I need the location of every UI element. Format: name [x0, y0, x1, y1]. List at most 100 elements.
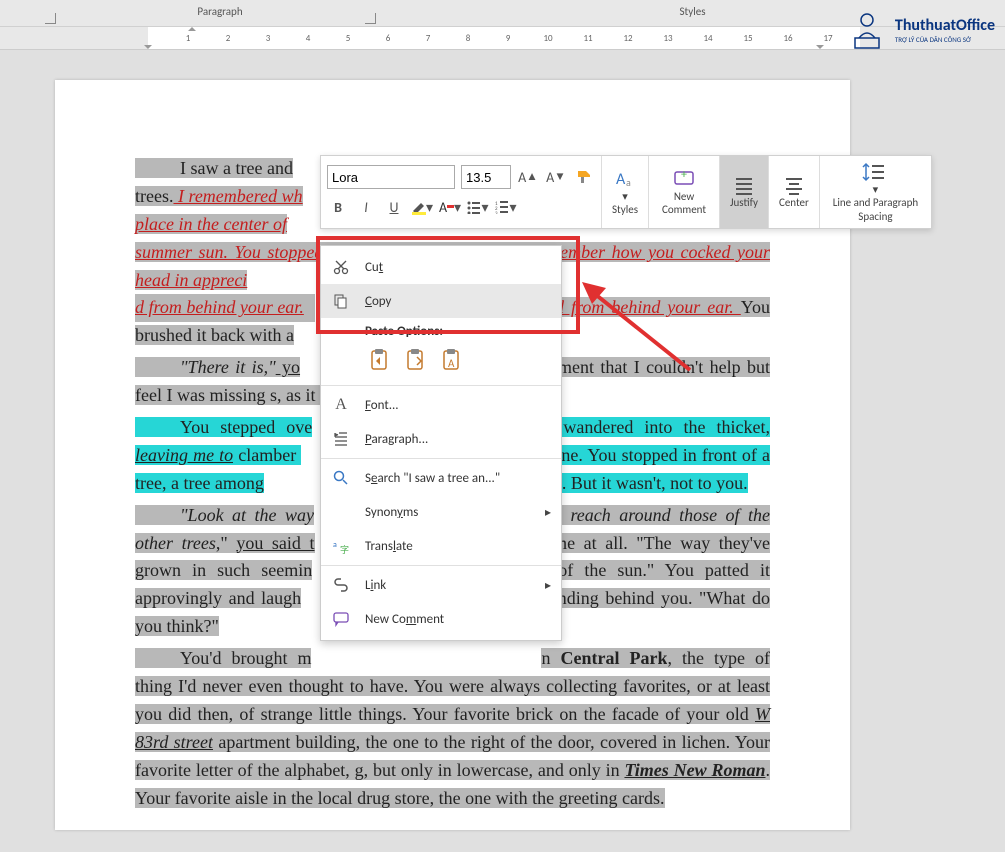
paste-options-row: A: [321, 343, 561, 383]
highlighted-text: clamber: [233, 445, 301, 465]
new-comment-button[interactable]: + New Comment: [649, 156, 720, 228]
menu-label: Link: [365, 578, 386, 593]
menu-label: Font...: [365, 398, 399, 413]
svg-text:15: 15: [743, 33, 753, 44]
menu-item-search[interactable]: Search "I saw a tree an...": [321, 461, 561, 495]
paste-text-only-button[interactable]: A: [437, 347, 465, 375]
chevron-right-icon: ▸: [545, 578, 551, 593]
logo-subtitle: TRỢ LÝ CỦA DÂN CÔNG SỞ: [895, 35, 995, 44]
selected-text: I saw a tree and: [135, 158, 293, 178]
line-spacing-icon: [862, 161, 888, 183]
italic-button[interactable]: I: [355, 196, 377, 218]
underline-button[interactable]: U: [383, 196, 405, 218]
styles-icon: Aa: [614, 168, 636, 190]
svg-text:16: 16: [783, 33, 793, 44]
selected-text: You'd brought m: [135, 648, 311, 668]
selected-text: place in the center of: [135, 214, 287, 234]
line-spacing-label: Line and Paragraph Spacing: [830, 196, 921, 222]
svg-text:3: 3: [495, 211, 498, 214]
svg-text:4: 4: [306, 33, 311, 44]
menu-label: New Comment: [365, 612, 444, 627]
menu-label: Search "I saw a tree an...": [365, 471, 500, 486]
line-spacing-button[interactable]: ▾ Line and Paragraph Spacing: [820, 156, 931, 228]
menu-item-new-comment[interactable]: New Comment: [321, 602, 561, 636]
paste-keep-formatting-button[interactable]: [365, 347, 393, 375]
link-icon: [331, 575, 351, 595]
menu-item-copy[interactable]: Copy: [321, 284, 561, 318]
menu-item-cut[interactable]: Cut: [321, 250, 561, 284]
font-size-input[interactable]: [461, 165, 511, 189]
svg-text:8: 8: [466, 33, 471, 44]
menu-item-translate[interactable]: a字 Translate: [321, 529, 561, 563]
justify-label: Justify: [730, 196, 758, 209]
justify-button[interactable]: Justify: [720, 156, 769, 228]
menu-separator: [321, 458, 561, 459]
styles-button[interactable]: Aa▾ Styles: [602, 156, 649, 228]
svg-text:+: +: [681, 168, 687, 182]
paragraph: You'd brought mn Central Park, the type …: [135, 645, 770, 812]
svg-text:a: a: [626, 176, 631, 189]
menu-item-link[interactable]: Link ▸: [321, 568, 561, 602]
ruler-margin-left: [0, 27, 60, 49]
bullets-button[interactable]: ▾: [467, 196, 489, 218]
selected-text: you said t: [236, 533, 314, 553]
justify-icon: [733, 174, 755, 196]
menu-item-font[interactable]: A Font...: [321, 388, 561, 422]
context-menu: Cut Copy Paste Options: A A Font... Para…: [320, 245, 562, 641]
svg-text:7: 7: [426, 33, 431, 44]
menu-item-synonyms[interactable]: Synonyms ▸: [321, 495, 561, 529]
highlighted-text: wandered into the thicket,: [552, 417, 770, 437]
svg-text:10: 10: [543, 33, 553, 44]
paste-merge-formatting-button[interactable]: [401, 347, 429, 375]
menu-label: Synonyms: [365, 505, 418, 520]
font-color-button[interactable]: A▾: [439, 196, 461, 218]
selected-text: I remembered wh: [173, 186, 302, 206]
search-icon: [331, 468, 351, 488]
font-family-input[interactable]: [327, 165, 455, 189]
selected-text: Central Park: [560, 648, 667, 668]
numbering-button[interactable]: 123▾: [495, 196, 517, 218]
svg-text:13: 13: [663, 33, 673, 44]
styles-label: Styles: [612, 203, 638, 216]
comment-icon: +: [673, 168, 695, 190]
mini-toolbar: A▲ A▼ B I U ▾ A▾ ▾ 123▾ Aa▾ Styles + New…: [320, 155, 932, 229]
dialog-launcher-icon[interactable]: [365, 13, 376, 24]
ribbon-group-paragraph: Paragraph: [60, 0, 380, 26]
menu-separator: [321, 565, 561, 566]
translate-icon: a字: [331, 536, 351, 556]
selected-text: d from behind your ear.: [555, 297, 741, 317]
center-icon: [783, 174, 805, 196]
dialog-launcher-icon[interactable]: [45, 13, 56, 24]
decrease-font-button[interactable]: A▼: [545, 166, 567, 188]
new-comment-label: New Comment: [659, 190, 709, 216]
increase-font-button[interactable]: A▲: [517, 166, 539, 188]
font-icon: A: [331, 395, 351, 415]
chevron-right-icon: ▸: [545, 505, 551, 520]
selected-text: trees.: [135, 186, 173, 206]
center-button[interactable]: Center: [769, 156, 820, 228]
selected-text: Times New Roman: [624, 760, 765, 780]
format-painter-button[interactable]: [573, 166, 595, 188]
selected-text: "Look at the way: [135, 505, 314, 525]
highlighted-text: leaving me to: [135, 445, 233, 465]
menu-label: Cut: [365, 260, 383, 275]
svg-text:2: 2: [226, 33, 231, 44]
menu-label: Translate: [365, 539, 413, 554]
svg-text:6: 6: [386, 33, 391, 44]
highlight-button[interactable]: ▾: [411, 196, 433, 218]
menu-item-paragraph[interactable]: Paragraph...: [321, 422, 561, 456]
mini-toolbar-formatting: A▲ A▼ B I U ▾ A▾ ▾ 123▾: [321, 156, 602, 228]
svg-text:1: 1: [186, 33, 191, 44]
center-label: Center: [779, 196, 809, 209]
logo-icon: [845, 8, 889, 52]
svg-text:14: 14: [703, 33, 713, 44]
svg-text:A: A: [448, 357, 455, 370]
bold-button[interactable]: B: [327, 196, 349, 218]
selected-text: ,": [216, 533, 236, 553]
blank-icon: [331, 502, 351, 522]
svg-text:字: 字: [340, 544, 349, 554]
scissors-icon: [331, 257, 351, 277]
selected-text: d from behind your ear.: [135, 294, 315, 322]
ribbon-spacer: [0, 0, 60, 26]
svg-text:17: 17: [823, 33, 833, 44]
